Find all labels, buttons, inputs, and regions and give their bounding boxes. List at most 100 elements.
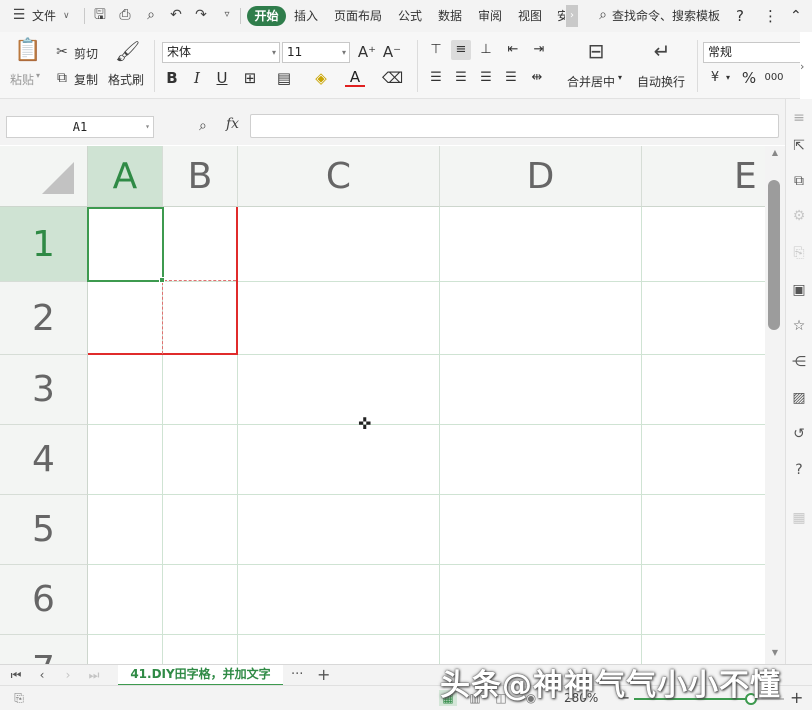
table-style-icon[interactable]: ▤ bbox=[274, 68, 294, 88]
tab-review[interactable]: 审阅 bbox=[478, 7, 502, 25]
chevron-down-icon[interactable]: ▾ bbox=[618, 73, 622, 82]
macro-icon[interactable]: ⎘ bbox=[10, 690, 28, 706]
paste-button[interactable]: 粘贴 bbox=[10, 71, 34, 88]
increase-indent-icon[interactable]: ⇥ bbox=[529, 40, 549, 60]
merge-center-icon[interactable]: ⊟ bbox=[584, 41, 608, 66]
decrease-font-icon[interactable]: A⁻ bbox=[382, 42, 402, 62]
last-sheet-icon[interactable]: ⏭ bbox=[86, 667, 102, 683]
more-options-icon[interactable]: ⋮ bbox=[763, 7, 778, 25]
bold-icon[interactable]: B bbox=[162, 68, 182, 88]
fill-color-icon[interactable]: ◈ bbox=[311, 68, 331, 88]
row-header-7[interactable]: 7 bbox=[0, 635, 88, 664]
fill-handle[interactable] bbox=[159, 277, 165, 283]
help-icon[interactable]: ? bbox=[736, 7, 744, 25]
chevron-down-icon[interactable]: ▾ bbox=[726, 73, 730, 82]
share-icon[interactable]: ⋲ bbox=[790, 353, 808, 371]
panel-collapse-icon[interactable]: ≡ bbox=[790, 109, 808, 127]
tab-insert[interactable]: 插入 bbox=[294, 7, 318, 25]
tab-home[interactable]: 开始 bbox=[247, 6, 286, 26]
redo-icon[interactable]: ↷ bbox=[192, 6, 210, 24]
row-header-4[interactable]: 4 bbox=[0, 425, 88, 495]
row-header-2[interactable]: 2 bbox=[0, 282, 88, 355]
cut-button[interactable]: 剪切 bbox=[74, 45, 98, 62]
tabs-scroll-right-icon[interactable]: › bbox=[566, 5, 578, 27]
scissors-icon[interactable]: ✂ bbox=[53, 43, 71, 61]
search-icon[interactable]: ⌕ bbox=[594, 6, 612, 24]
align-left-icon[interactable]: ☰ bbox=[426, 68, 446, 88]
merge-center-button[interactable]: 合并居中 bbox=[567, 73, 615, 90]
borders-icon[interactable]: ⊞ bbox=[240, 68, 260, 88]
scroll-up-icon[interactable]: ▲ bbox=[769, 148, 781, 158]
hamburger-icon[interactable]: ☰ bbox=[10, 6, 28, 24]
column-header-b[interactable]: B bbox=[163, 146, 238, 207]
align-top-icon[interactable]: ⊤ bbox=[426, 40, 446, 60]
sheet-tab-active[interactable]: 41.DIY田字格，并加文字 bbox=[118, 665, 283, 686]
align-right-icon[interactable]: ☰ bbox=[476, 68, 496, 88]
column-header-c[interactable]: C bbox=[238, 146, 440, 207]
select-all-corner[interactable] bbox=[0, 146, 88, 207]
justify-icon[interactable]: ☰ bbox=[501, 68, 521, 88]
select-pointer-icon[interactable]: ⇱ bbox=[790, 137, 808, 155]
quick-access-dropdown-icon[interactable]: ▿ bbox=[218, 6, 236, 24]
file-menu[interactable]: 文件 bbox=[32, 7, 56, 25]
row-header-6[interactable]: 6 bbox=[0, 565, 88, 635]
command-search[interactable]: 查找命令、搜索模板 bbox=[612, 7, 720, 25]
scroll-down-icon[interactable]: ▼ bbox=[769, 648, 781, 658]
active-cell-a1[interactable] bbox=[87, 207, 164, 282]
column-header-a[interactable]: A bbox=[88, 146, 163, 207]
row-header-5[interactable]: 5 bbox=[0, 495, 88, 565]
paste-icon[interactable]: 📋 bbox=[14, 40, 41, 68]
copy-button[interactable]: 复制 bbox=[74, 71, 98, 88]
clear-format-icon[interactable]: ⌫ bbox=[382, 68, 403, 88]
font-name-select[interactable]: 宋体 ▾ bbox=[162, 42, 280, 63]
wrap-text-icon[interactable]: ↵ bbox=[650, 41, 674, 66]
font-color-icon[interactable]: A bbox=[345, 68, 365, 87]
more-sheets-icon[interactable]: ··· bbox=[291, 667, 303, 682]
spreadsheet-grid[interactable]: A B C D E 1 2 3 4 5 6 7 ✜ bbox=[0, 146, 765, 664]
increase-font-icon[interactable]: A⁺ bbox=[357, 42, 377, 62]
first-sheet-icon[interactable]: ⏮ bbox=[8, 667, 24, 683]
percent-icon[interactable]: % bbox=[739, 68, 759, 88]
formula-input[interactable] bbox=[250, 114, 779, 138]
chevron-down-icon[interactable]: ∨ bbox=[63, 7, 70, 25]
italic-icon[interactable]: I bbox=[187, 68, 207, 88]
history-icon[interactable]: ↺ bbox=[790, 425, 808, 443]
ribbon-scroll-right-icon[interactable]: › bbox=[800, 60, 804, 73]
zoom-in-icon[interactable]: + bbox=[790, 688, 803, 707]
align-bottom-icon[interactable]: ⊥ bbox=[476, 40, 496, 60]
format-painter-button[interactable]: 格式刷 bbox=[108, 71, 144, 88]
thousands-separator-icon[interactable]: 000 bbox=[764, 68, 784, 88]
star-icon[interactable]: ☆ bbox=[790, 317, 808, 335]
add-sheet-icon[interactable]: + bbox=[317, 665, 330, 684]
tab-data[interactable]: 数据 bbox=[438, 7, 462, 25]
align-middle-icon[interactable]: ≡ bbox=[451, 40, 471, 60]
decrease-indent-icon[interactable]: ⇤ bbox=[503, 40, 523, 60]
distribute-icon[interactable]: ⇹ bbox=[527, 68, 547, 88]
collapse-ribbon-icon[interactable]: ⌃ bbox=[790, 7, 802, 25]
currency-icon[interactable]: ¥ bbox=[705, 68, 725, 88]
number-format-select[interactable]: 常规 bbox=[703, 42, 800, 63]
font-size-select[interactable]: 11 ▾ bbox=[282, 42, 350, 63]
row-header-3[interactable]: 3 bbox=[0, 355, 88, 425]
tab-page-layout[interactable]: 页面布局 bbox=[334, 7, 382, 25]
print-icon[interactable]: ⎙ bbox=[116, 6, 134, 24]
tab-view[interactable]: 视图 bbox=[518, 7, 542, 25]
vertical-scrollbar[interactable]: ▲ ▼ bbox=[765, 146, 785, 664]
shapes-icon[interactable]: ⧉ bbox=[790, 172, 808, 190]
copy-icon[interactable]: ⧉ bbox=[53, 69, 71, 87]
row-header-1[interactable]: 1 bbox=[0, 207, 88, 282]
column-header-e[interactable]: E bbox=[642, 146, 765, 207]
previous-sheet-icon[interactable]: ‹ bbox=[34, 667, 50, 683]
tab-security[interactable]: 安 bbox=[557, 7, 565, 25]
underline-icon[interactable]: U bbox=[212, 68, 232, 88]
wrap-text-button[interactable]: 自动换行 bbox=[637, 73, 685, 90]
undo-icon[interactable]: ↶ bbox=[167, 6, 185, 24]
apps-grid-icon[interactable]: ▦ bbox=[790, 509, 808, 527]
align-center-icon[interactable]: ☰ bbox=[451, 68, 471, 88]
tab-formulas[interactable]: 公式 bbox=[398, 7, 422, 25]
next-sheet-icon[interactable]: › bbox=[60, 667, 76, 683]
scroll-thumb[interactable] bbox=[768, 180, 780, 330]
name-box[interactable]: A1 ▾ bbox=[6, 116, 154, 138]
paste-dropdown-icon[interactable]: ▾ bbox=[36, 71, 40, 80]
picture-gallery-icon[interactable]: ▣ bbox=[790, 281, 808, 299]
